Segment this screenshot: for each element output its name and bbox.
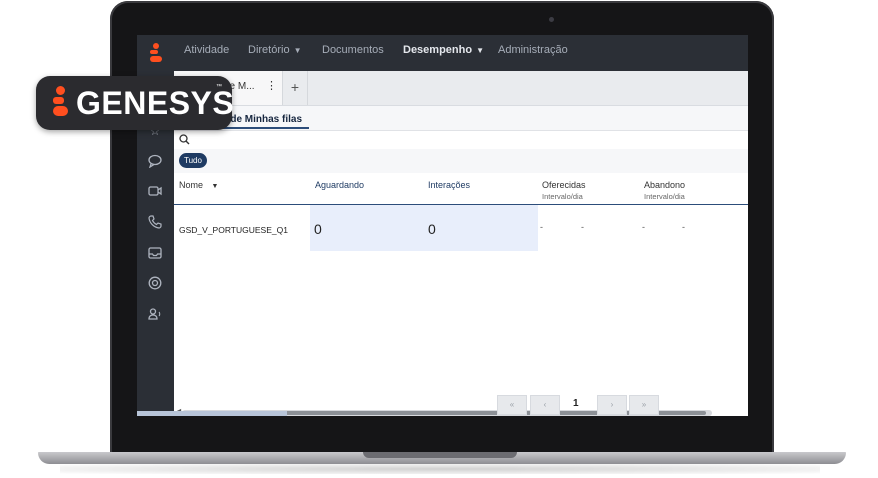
support-icon[interactable] [147, 276, 163, 292]
col-label: Aguardando [315, 180, 365, 190]
abandon-cell-b: - [682, 222, 685, 232]
laptop-frame: Atividade Diretório ▼ Documentos Desempen… [0, 0, 878, 478]
video-icon[interactable] [147, 184, 163, 200]
trademark-symbol: ™ [216, 84, 222, 90]
nav-documentos[interactable]: Documentos [322, 35, 384, 71]
main-content: de M... ⋮ + e de Minhas filas Tudo Nome … [174, 71, 748, 416]
nav-label: Atividade [184, 44, 230, 56]
laptop-notch [363, 452, 517, 458]
nav-label: Desempenho [403, 44, 473, 56]
abandon-cell-a: - [642, 222, 645, 232]
col-header-nome[interactable]: Nome ▼ [179, 180, 218, 190]
col-header-aguardando[interactable]: Aguardando [315, 180, 364, 190]
last-page-button[interactable]: » [629, 395, 659, 415]
col-label: Interações [428, 180, 471, 190]
kebab-menu-icon[interactable]: ⋮ [266, 79, 277, 92]
queue-name-cell[interactable]: GSD_V_PORTUGUESE_Q1 [179, 225, 288, 235]
search-icon[interactable] [179, 134, 190, 148]
chevron-down-icon: ▼ [293, 46, 302, 55]
genesys-mark-icon[interactable] [149, 43, 163, 63]
genesys-logo-badge: GENESYS ™ [36, 76, 235, 130]
col-label: Oferecidas [542, 180, 586, 190]
offered-cell-b: - [581, 222, 584, 232]
view-tab-bar: de M... ⋮ + [174, 71, 748, 106]
col-label: Nome [179, 180, 204, 190]
nav-label: Documentos [322, 44, 384, 56]
col-sublabel: Intervalo/dia [542, 192, 583, 201]
waiting-value-cell[interactable]: 0 [314, 221, 322, 237]
laptop-shadow [60, 464, 820, 474]
agent-voice-icon[interactable] [147, 307, 163, 323]
bottom-status-strip [137, 411, 287, 416]
nav-diretorio[interactable]: Diretório ▼ [248, 35, 302, 71]
queues-table: Nome ▼ Aguardando Interações Oferecidas … [174, 173, 748, 416]
prev-page-button[interactable]: ‹ [530, 395, 560, 415]
col-header-oferecidas[interactable]: Oferecidas Intervalo/dia [542, 180, 586, 201]
inbox-icon[interactable] [147, 246, 163, 262]
genesys-wordmark: GENESYS [76, 85, 235, 121]
subtab-underline [214, 127, 309, 129]
col-header-interacoes[interactable]: Interações [428, 180, 470, 190]
phone-icon[interactable] [147, 215, 163, 231]
col-header-abandono[interactable]: Abandono Intervalo/dia [644, 180, 685, 201]
nav-desempenho[interactable]: Desempenho ▼ [403, 35, 484, 71]
col-sublabel: Intervalo/dia [644, 192, 685, 201]
sort-desc-icon: ▼ [211, 183, 219, 190]
nav-label: Diretório [248, 44, 290, 56]
chat-icon[interactable] [147, 154, 163, 170]
webcam [549, 17, 554, 22]
filter-chip-all[interactable]: Tudo [179, 153, 207, 168]
interactions-value-cell[interactable]: 0 [428, 221, 436, 237]
nav-label: Administração [498, 44, 568, 56]
highlight-cells [310, 205, 538, 251]
nav-atividade[interactable]: Atividade [184, 35, 229, 71]
nav-administracao[interactable]: Administração [498, 35, 568, 71]
next-page-button[interactable]: › [597, 395, 627, 415]
top-navigation: Atividade Diretório ▼ Documentos Desempen… [137, 35, 748, 71]
chevron-down-icon: ▼ [476, 46, 484, 55]
first-page-button[interactable]: « [497, 395, 527, 415]
col-label: Abandono [644, 180, 686, 190]
current-page[interactable]: 1 [573, 398, 579, 409]
genesys-logo-icon [50, 86, 68, 120]
offered-cell-a: - [540, 222, 543, 232]
search-row[interactable] [174, 130, 748, 149]
add-tab-button[interactable]: + [283, 71, 308, 105]
